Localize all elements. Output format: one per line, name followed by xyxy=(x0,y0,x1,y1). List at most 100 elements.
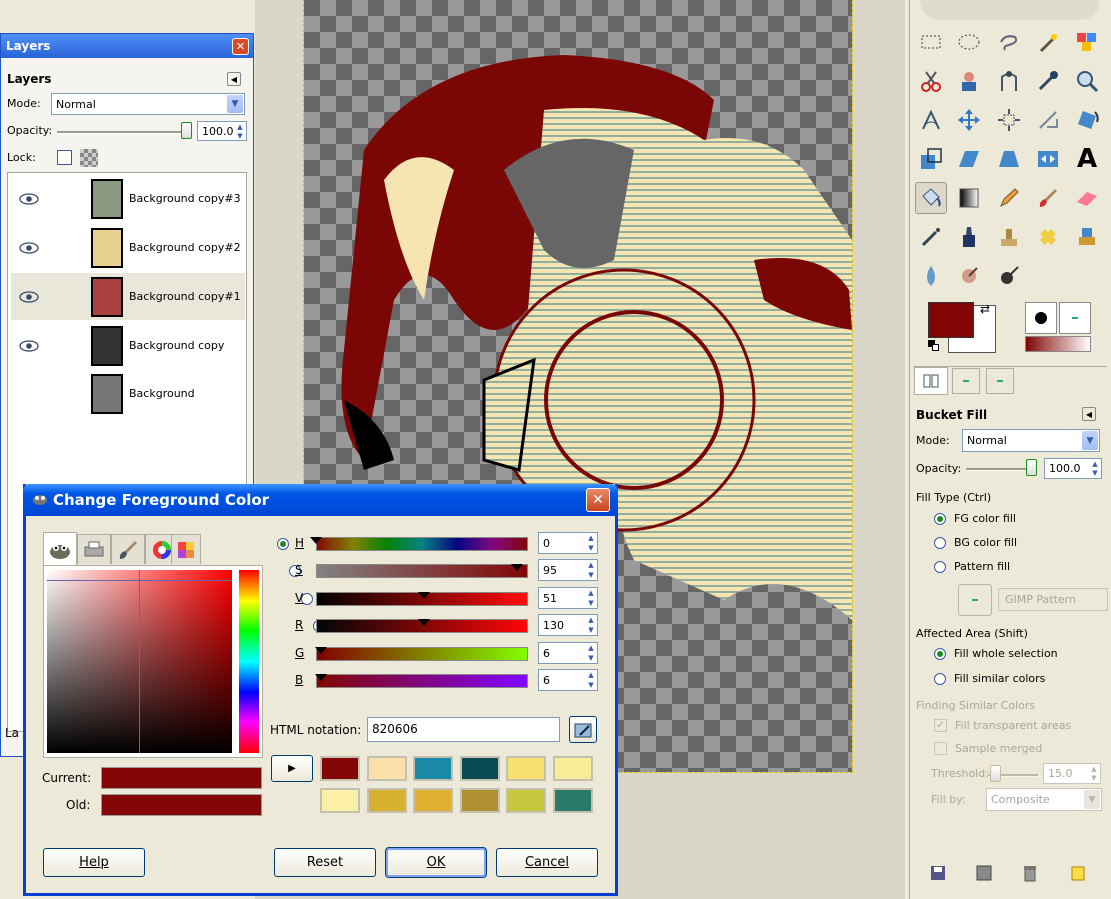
channel-slider-handle[interactable] xyxy=(418,619,430,626)
paintbrush-icon[interactable] xyxy=(1032,182,1064,214)
spin-arrows-icon[interactable]: ▲ ▼ xyxy=(1088,764,1100,783)
channel-slider-handle[interactable] xyxy=(310,537,322,544)
scissors-icon[interactable] xyxy=(915,65,947,97)
checkbox[interactable] xyxy=(934,742,947,755)
heal-icon[interactable] xyxy=(1032,221,1064,253)
lock-alpha-icon[interactable] xyxy=(80,149,98,167)
brush-preview[interactable] xyxy=(1025,302,1057,334)
layers-window-titlebar[interactable]: Layers ✕ xyxy=(1,34,253,58)
shear-icon[interactable] xyxy=(953,143,985,175)
eye-icon[interactable] xyxy=(19,192,39,205)
flip-icon[interactable] xyxy=(1032,143,1064,175)
channel-slider[interactable] xyxy=(316,564,528,578)
opacity-input[interactable]: 100.0 ▲ ▼ xyxy=(197,121,247,141)
tab-gimp-selector[interactable] xyxy=(43,532,77,565)
bucket-opacity-slider-handle[interactable] xyxy=(1026,459,1037,476)
eye-icon[interactable] xyxy=(19,290,39,303)
gradient-preview[interactable] xyxy=(1025,336,1091,352)
layer-row[interactable]: Background copy#3 xyxy=(11,175,245,222)
spin-arrows-icon[interactable]: ▲ ▼ xyxy=(234,122,246,140)
rotate-icon[interactable] xyxy=(1071,104,1103,136)
bucket-mode-select[interactable]: Normal ▼ xyxy=(962,429,1100,452)
history-color-swatch[interactable] xyxy=(506,788,546,813)
fill-type-fg[interactable]: FG color fill xyxy=(934,512,1016,525)
eye-icon[interactable] xyxy=(19,339,39,352)
undo-history-tab[interactable] xyxy=(986,368,1014,394)
save-options-icon[interactable] xyxy=(922,857,954,889)
device-status-tab[interactable] xyxy=(952,368,980,394)
spin-arrows-icon[interactable]: ▲ ▼ xyxy=(585,670,597,690)
layer-row[interactable]: Background xyxy=(11,370,245,417)
checkbox[interactable]: ✓ xyxy=(934,719,947,732)
history-color-swatch[interactable] xyxy=(366,788,407,813)
channel-slider[interactable] xyxy=(316,537,528,551)
radio-button[interactable] xyxy=(934,512,946,525)
foreground-color-swatch[interactable] xyxy=(928,302,974,338)
fill-by-select[interactable]: Composite ▼ xyxy=(986,788,1102,811)
channel-value-input[interactable]: 6 ▲ ▼ xyxy=(538,642,598,664)
layer-row[interactable]: Background copy xyxy=(11,322,245,369)
text-tool-icon[interactable]: A xyxy=(1071,143,1103,175)
saturation-value-square[interactable] xyxy=(47,570,232,753)
channel-value-input[interactable]: 0 ▲ ▼ xyxy=(538,532,598,554)
move-icon[interactable] xyxy=(953,104,985,136)
tool-options-tab[interactable] xyxy=(914,367,948,395)
pencil-icon[interactable] xyxy=(993,182,1025,214)
paths-icon[interactable] xyxy=(993,65,1025,97)
history-color-swatch[interactable] xyxy=(413,756,453,781)
layer-row-selected[interactable]: Background copy#1 xyxy=(11,273,245,320)
threshold-slider-handle[interactable] xyxy=(990,765,1001,782)
channel-slider[interactable] xyxy=(316,674,528,688)
lock-checkbox[interactable] xyxy=(57,150,72,165)
history-color-swatch[interactable] xyxy=(552,756,593,781)
layer-row[interactable]: Background copy#2 xyxy=(11,224,245,271)
opacity-slider[interactable] xyxy=(57,131,187,134)
fill-transparent-option[interactable]: ✓ Fill transparent areas xyxy=(934,719,1071,732)
reset-button[interactable]: Reset xyxy=(274,848,376,877)
airbrush-icon[interactable] xyxy=(915,221,947,253)
spin-arrows-icon[interactable]: ▲ ▼ xyxy=(585,533,597,553)
hue-strip[interactable] xyxy=(239,570,259,753)
history-color-swatch[interactable] xyxy=(320,756,360,781)
trash-icon[interactable] xyxy=(1014,857,1046,889)
help-button[interactable]: Help xyxy=(43,848,145,877)
radio-button[interactable] xyxy=(934,560,946,573)
zoom-icon[interactable] xyxy=(1071,65,1103,97)
bucket-opacity-slider[interactable] xyxy=(966,468,1032,471)
clone-icon[interactable] xyxy=(993,221,1025,253)
eyedropper-button[interactable] xyxy=(569,716,597,743)
history-color-swatch[interactable] xyxy=(552,788,593,813)
bucket-fill-icon[interactable] xyxy=(915,182,947,214)
select-by-color-icon[interactable] xyxy=(1071,26,1103,58)
perspective-clone-icon[interactable] xyxy=(1071,221,1103,253)
crop-icon[interactable] xyxy=(1032,104,1064,136)
history-color-swatch[interactable] xyxy=(320,788,360,813)
channel-value-input[interactable]: 51 ▲ ▼ xyxy=(538,587,598,609)
tab-cmyk[interactable] xyxy=(77,534,111,564)
fill-type-pattern[interactable]: Pattern fill xyxy=(934,560,1010,573)
color-picker-icon[interactable] xyxy=(1032,65,1064,97)
foreground-select-icon[interactable] xyxy=(953,65,985,97)
spin-arrows-icon[interactable]: ▲ ▼ xyxy=(585,643,597,663)
spin-arrows-icon[interactable]: ▲ ▼ xyxy=(585,588,597,608)
lasso-icon[interactable] xyxy=(993,26,1025,58)
perspective-icon[interactable] xyxy=(993,143,1025,175)
ellipse-select-icon[interactable] xyxy=(953,26,985,58)
layers-tab-label[interactable]: La xyxy=(5,726,19,740)
spin-arrows-icon[interactable]: ▲ ▼ xyxy=(585,560,597,580)
pattern-preview[interactable] xyxy=(1059,302,1091,334)
mode-select[interactable]: Normal ▼ xyxy=(51,93,245,115)
smudge-icon[interactable] xyxy=(953,260,985,292)
panel-menu-icon[interactable]: ◀ xyxy=(1082,407,1096,421)
history-color-swatch[interactable] xyxy=(366,756,407,781)
blur-icon[interactable] xyxy=(915,260,947,292)
channel-value-input[interactable]: 6 ▲ ▼ xyxy=(538,669,598,691)
spin-arrows-icon[interactable]: ▲ ▼ xyxy=(1089,459,1101,478)
radio-button[interactable] xyxy=(934,672,946,685)
swap-colors-icon[interactable]: ⇄ xyxy=(980,302,990,316)
measure-icon[interactable] xyxy=(915,104,947,136)
align-icon[interactable] xyxy=(993,104,1025,136)
close-icon[interactable]: ✕ xyxy=(232,38,249,55)
channel-slider-handle[interactable] xyxy=(315,647,327,654)
threshold-input[interactable]: 15.0 ▲ ▼ xyxy=(1043,763,1101,784)
